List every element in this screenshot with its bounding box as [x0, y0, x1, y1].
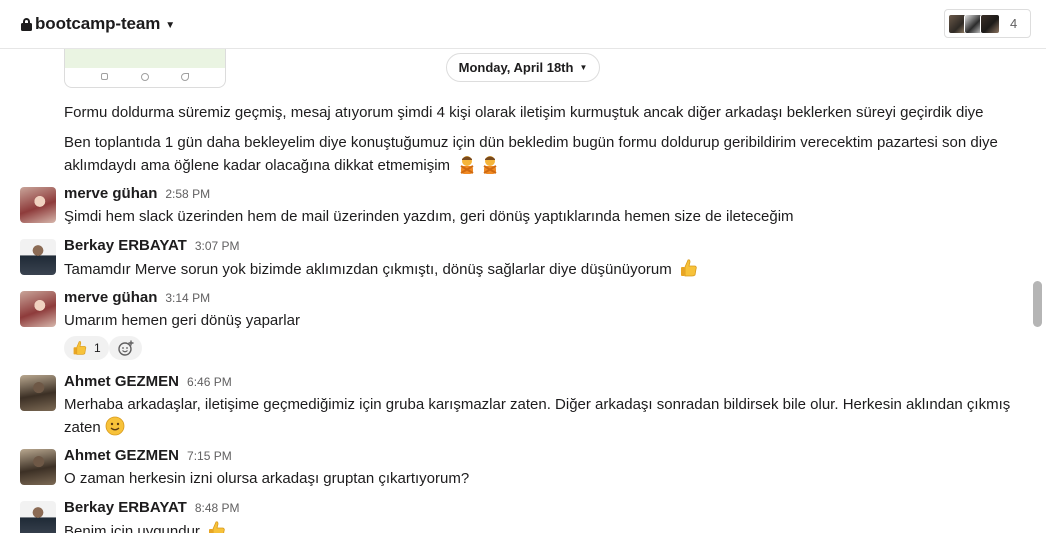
thumbs-up-emoji	[209, 521, 225, 533]
channel-header: bootcamp-team ▼ 4	[0, 0, 1046, 49]
recent-apps-icon	[101, 73, 108, 80]
author-name[interactable]: Ahmet GEZMEN	[64, 447, 179, 464]
message-text: O zaman herkesin izni olursa arkadaşı gr…	[64, 470, 470, 487]
message-text: Merhaba arkadaşlar, iletişime geçmediğim…	[64, 394, 1034, 439]
date-label: Monday, April 18th	[458, 60, 574, 75]
thumbs-up-emoji	[680, 259, 697, 277]
reaction-thumbs-up[interactable]: 1	[64, 336, 109, 360]
slightly-smiling-emoji	[105, 416, 125, 436]
add-emoji-icon	[117, 340, 133, 356]
message-text-content: Ben toplantıda 1 gün daha bekleyelim diy…	[64, 134, 998, 174]
avatar[interactable]	[20, 501, 56, 533]
members-button[interactable]: 4	[944, 9, 1031, 38]
avatar[interactable]	[20, 449, 56, 485]
member-avatar	[980, 13, 1000, 34]
reaction-count: 1	[94, 341, 101, 355]
lock-icon	[21, 17, 32, 31]
timestamp[interactable]: 3:07 PM	[195, 239, 240, 253]
author-name[interactable]: Berkay ERBAYAT	[64, 237, 187, 254]
message-text: Ben toplantıda 1 gün daha bekleyelim diy…	[64, 132, 1024, 177]
message-text-content: Tamamdır Merve sorun yok bizimde aklımız…	[64, 261, 672, 278]
message-header: Ahmet GEZMEN 7:15 PM	[64, 447, 232, 464]
timestamp[interactable]: 7:15 PM	[187, 449, 232, 463]
message-header: Ahmet GEZMEN 6:46 PM	[64, 373, 232, 390]
person-gesturing-no-emoji	[483, 156, 497, 174]
timestamp[interactable]: 6:46 PM	[187, 375, 232, 389]
channel-name-button[interactable]: bootcamp-team ▼	[21, 14, 175, 34]
avatar[interactable]	[20, 291, 56, 327]
back-icon	[181, 73, 189, 81]
timestamp[interactable]: 2:58 PM	[165, 187, 210, 201]
home-icon	[141, 73, 149, 81]
message-text: Formu doldurma süremiz geçmiş, mesaj atı…	[64, 104, 984, 121]
channel-name: bootcamp-team	[35, 14, 161, 33]
message-text: Umarım hemen geri dönüş yaparlar	[64, 312, 300, 329]
scrollbar-thumb[interactable]	[1033, 281, 1042, 327]
author-name[interactable]: Berkay ERBAYAT	[64, 499, 187, 516]
message-header: merve gühan 2:58 PM	[64, 185, 210, 202]
timestamp[interactable]: 3:14 PM	[165, 291, 210, 305]
message-header: Berkay ERBAYAT 8:48 PM	[64, 499, 240, 516]
date-divider-button[interactable]: Monday, April 18th ▼	[446, 53, 600, 82]
chevron-down-icon: ▼	[165, 19, 176, 31]
author-name[interactable]: merve gühan	[64, 289, 157, 306]
message-header: merve gühan 3:14 PM	[64, 289, 210, 306]
author-name[interactable]: Ahmet GEZMEN	[64, 373, 179, 390]
member-count: 4	[1010, 16, 1018, 31]
message-header: Berkay ERBAYAT 3:07 PM	[64, 237, 240, 254]
message-text: Tamamdır Merve sorun yok bizimde aklımız…	[64, 258, 699, 281]
message-text-content: Benim için uygundur	[64, 523, 200, 533]
person-gesturing-no-emoji	[460, 156, 474, 174]
avatar[interactable]	[20, 187, 56, 223]
message-text: Benim için uygundur	[64, 520, 227, 533]
add-reaction-button[interactable]	[109, 336, 142, 360]
image-attachment[interactable]	[64, 49, 226, 88]
chevron-down-icon: ▼	[579, 63, 588, 72]
avatar[interactable]	[20, 375, 56, 411]
timestamp[interactable]: 8:48 PM	[195, 501, 240, 515]
author-name[interactable]: merve gühan	[64, 185, 157, 202]
thumbs-up-emoji	[73, 341, 87, 355]
message-text-content: Merhaba arkadaşlar, iletişime geçmediğim…	[64, 396, 1011, 436]
message-text: Şimdi hem slack üzerinden hem de mail üz…	[64, 208, 794, 225]
avatar[interactable]	[20, 239, 56, 275]
